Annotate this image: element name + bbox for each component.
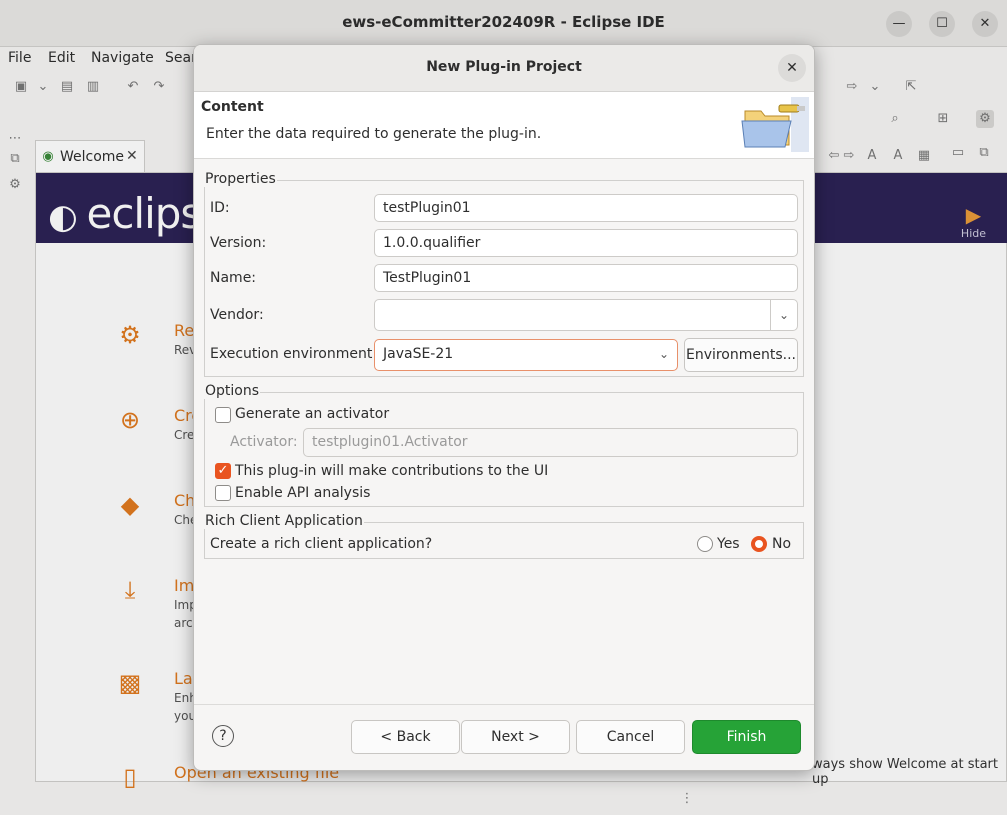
- exec-env-combo[interactable]: JavaSE-21 ⌄: [374, 339, 678, 371]
- id-label: ID:: [210, 200, 230, 216]
- name-label: Name:: [210, 270, 257, 286]
- vendor-label: Vendor:: [210, 307, 264, 323]
- cancel-button[interactable]: Cancel: [576, 720, 685, 754]
- version-field[interactable]: 1.0.0.qualifier: [374, 229, 798, 257]
- chevron-down-icon[interactable]: ⌄: [770, 300, 797, 330]
- dialog-title: New Plug-in Project: [426, 59, 582, 75]
- help-icon[interactable]: ?: [212, 725, 234, 747]
- rca-yes-label[interactable]: Yes: [717, 536, 740, 552]
- options-group-title: Options: [204, 383, 261, 399]
- ui-contributions-label[interactable]: This plug-in will make contributions to …: [235, 463, 548, 479]
- rca-no-radio[interactable]: [751, 536, 767, 552]
- generate-activator-label[interactable]: Generate an activator: [235, 406, 389, 422]
- chevron-down-icon[interactable]: ⌄: [651, 340, 677, 370]
- ui-contributions-checkbox[interactable]: ✓: [215, 463, 231, 479]
- rca-question: Create a rich client application?: [210, 536, 433, 552]
- wizard-header: Content Enter the data required to gener…: [194, 92, 814, 159]
- back-button[interactable]: < Back: [351, 720, 460, 754]
- api-analysis-label[interactable]: Enable API analysis: [235, 485, 370, 501]
- finish-button[interactable]: Finish: [692, 720, 801, 754]
- plugin-folder-icon: [741, 97, 809, 152]
- button-bar-separator: [194, 704, 814, 705]
- environments-button[interactable]: Environments...: [684, 338, 798, 372]
- dialog-titlebar: New Plug-in Project ✕: [194, 45, 814, 92]
- new-plugin-project-dialog: New Plug-in Project ✕ Content Enter the …: [193, 44, 815, 771]
- rca-group-title: Rich Client Application: [204, 513, 364, 529]
- next-button[interactable]: Next >: [461, 720, 570, 754]
- id-field[interactable]: testPlugin01: [374, 194, 798, 222]
- activator-label: Activator:: [230, 434, 298, 450]
- vendor-combo[interactable]: ⌄: [374, 299, 798, 331]
- exec-env-label: Execution environment:: [210, 346, 378, 362]
- wizard-page-description: Enter the data required to generate the …: [206, 126, 542, 142]
- name-field[interactable]: TestPlugin01: [374, 264, 798, 292]
- dialog-close-button[interactable]: ✕: [778, 54, 806, 82]
- wizard-page-title: Content: [201, 99, 264, 115]
- rca-yes-radio[interactable]: [697, 536, 713, 552]
- generate-activator-checkbox[interactable]: [215, 407, 231, 423]
- activator-field[interactable]: testplugin01.Activator: [303, 428, 798, 457]
- api-analysis-checkbox[interactable]: [215, 485, 231, 501]
- version-label: Version:: [210, 235, 267, 251]
- rca-no-label[interactable]: No: [772, 536, 791, 552]
- properties-group-title: Properties: [204, 171, 277, 187]
